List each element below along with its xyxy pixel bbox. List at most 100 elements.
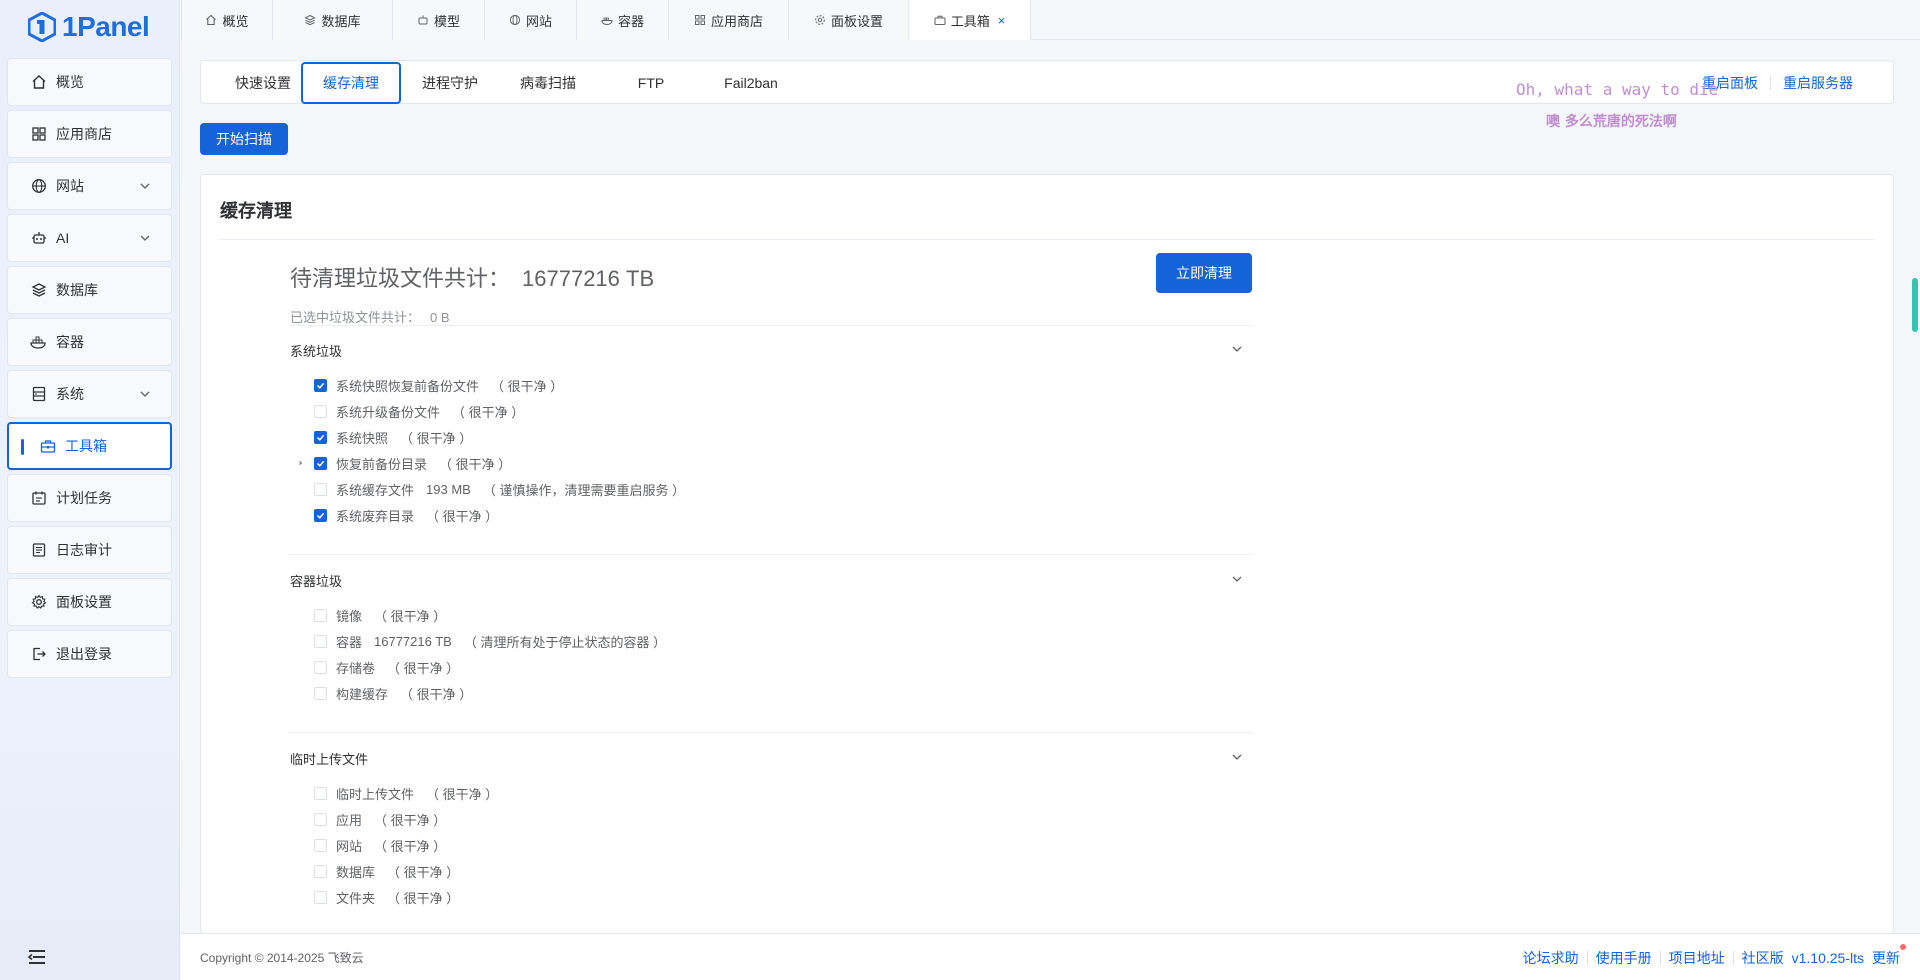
checkbox[interactable]: [314, 660, 327, 674]
divider: [290, 554, 1253, 555]
divider: [1770, 76, 1771, 90]
manual-link[interactable]: 使用手册: [1596, 948, 1652, 968]
tab-model[interactable]: 模型: [393, 0, 485, 40]
tab-overview[interactable]: 概览: [181, 0, 273, 40]
top-tab-bar: 概览 数据库 模型 网站 容器 应用商店 面板设置 工具箱 ×: [181, 0, 1920, 40]
chevron-down-icon[interactable]: [1231, 751, 1243, 763]
tab-label: 网站: [525, 13, 552, 29]
caret-right-icon[interactable]: [297, 459, 305, 467]
sidebar-item-toolbox[interactable]: 工具箱: [7, 422, 172, 470]
checkbox-checked[interactable]: [314, 378, 327, 392]
restart-server-link[interactable]: 重启服务器: [1783, 73, 1853, 93]
clean-item[interactable]: 容器 16777216 TB （ 清理所有处于停止状态的容器 ）: [314, 630, 666, 652]
sidebar-item-cron[interactable]: 计划任务: [7, 474, 172, 522]
sidebar-item-system[interactable]: 系统: [7, 370, 172, 418]
sidebar-item-panel-settings[interactable]: 面板设置: [7, 578, 172, 626]
sidebar-item-log-audit[interactable]: 日志审计: [7, 526, 172, 574]
clean-item[interactable]: 恢复前备份目录 （ 很干净 ）: [299, 452, 511, 474]
checkbox[interactable]: [314, 864, 327, 878]
update-link[interactable]: 更新: [1872, 944, 1906, 968]
checkbox[interactable]: [314, 890, 327, 904]
edition-link[interactable]: 社区版: [1742, 948, 1784, 968]
toolbox-icon: [934, 15, 946, 25]
clean-item[interactable]: 存储卷 （ 很干净 ）: [314, 656, 459, 678]
clean-item-label: 系统升级备份文件: [336, 404, 441, 420]
tab-website[interactable]: 网站: [485, 0, 577, 40]
chevron-down-icon[interactable]: [1231, 343, 1243, 355]
tab-app-store[interactable]: 应用商店: [669, 0, 789, 40]
clean-item[interactable]: 数据库 （ 很干净 ）: [314, 860, 459, 882]
clean-item-detail: （ 很干净 ）: [387, 660, 460, 676]
checkbox-checked[interactable]: [314, 430, 327, 444]
sidebar-item-container[interactable]: 容器: [7, 318, 172, 366]
subtab-process-guard[interactable]: 进程守护: [413, 63, 487, 103]
checkbox[interactable]: [314, 686, 327, 700]
sidebar-item-database[interactable]: 数据库: [7, 266, 172, 314]
clean-item[interactable]: 系统升级备份文件 （ 很干净 ）: [314, 400, 524, 422]
tab-label: 面板设置: [830, 13, 883, 29]
chevron-down-icon: [140, 183, 150, 189]
clean-item[interactable]: 系统快照恢复前备份文件 （ 很干净 ）: [314, 374, 563, 396]
clean-item[interactable]: 系统缓存文件 193 MB （ 谨慎操作，清理需要重启服务 ）: [314, 478, 685, 500]
checkbox[interactable]: [314, 404, 327, 418]
sidebar-item-label: 数据库: [56, 282, 98, 298]
container-icon: [601, 17, 613, 26]
update-label: 更新: [1872, 950, 1900, 966]
tab-panel-settings[interactable]: 面板设置: [789, 0, 909, 40]
project-link[interactable]: 项目地址: [1669, 948, 1725, 968]
scrollbar-thumb[interactable]: [1912, 278, 1918, 332]
clean-now-button[interactable]: 立即清理: [1156, 253, 1252, 293]
subtab-virus-scan[interactable]: 病毒扫描: [511, 63, 585, 103]
logo[interactable]: 1Panel: [0, 0, 179, 54]
vertical-scrollbar[interactable]: [1910, 40, 1920, 933]
clean-item[interactable]: 构建缓存 （ 很干净 ）: [314, 682, 472, 704]
clean-item-label: 镜像: [336, 608, 363, 624]
sidebar-item-label: 面板设置: [56, 594, 112, 610]
footer: Copyright © 2014-2025 飞致云 论坛求助 使用手册 项目地址…: [181, 933, 1920, 980]
subtab-cache-clean[interactable]: 缓存清理: [301, 62, 401, 104]
clean-item[interactable]: 系统快照 （ 很干净 ）: [314, 426, 472, 448]
subtab-label: Fail2ban: [724, 75, 778, 91]
cache-clean-card: 缓存清理 待清理垃圾文件共计： 16777216 TB 立即清理 已选中垃圾文件共…: [200, 174, 1894, 934]
tab-close-icon[interactable]: ×: [998, 13, 1006, 28]
forum-link[interactable]: 论坛求助: [1523, 948, 1579, 968]
checkbox[interactable]: [314, 786, 327, 800]
sidebar-item-logout[interactable]: 退出登录: [7, 630, 172, 678]
checkbox-checked[interactable]: [314, 456, 327, 470]
clean-item[interactable]: 镜像 （ 很干净 ）: [314, 604, 446, 626]
checkbox[interactable]: [314, 608, 327, 622]
clean-item[interactable]: 文件夹 （ 很干净 ）: [314, 886, 459, 908]
clean-item[interactable]: 临时上传文件 （ 很干净 ）: [314, 782, 498, 804]
checkbox[interactable]: [314, 482, 327, 496]
clean-item[interactable]: 系统废弃目录 （ 很干净 ）: [314, 504, 498, 526]
menu-collapse-icon[interactable]: [26, 946, 48, 968]
sidebar-item-app-store[interactable]: 应用商店: [7, 110, 172, 158]
subtab-label: 进程守护: [422, 75, 478, 91]
clean-item[interactable]: 网站 （ 很干净 ）: [314, 834, 446, 856]
clean-item[interactable]: 应用 （ 很干净 ）: [314, 808, 446, 830]
checkbox[interactable]: [314, 838, 327, 852]
clean-item-label: 系统缓存文件: [336, 482, 415, 498]
chevron-down-icon: [140, 235, 150, 241]
clean-item-label: 存储卷: [336, 660, 376, 676]
checkbox[interactable]: [314, 634, 327, 648]
tab-label: 模型: [433, 13, 460, 29]
clean-item-label: 应用: [336, 812, 363, 828]
globe-icon: [30, 177, 48, 195]
subtab-quick-settings[interactable]: 快速设置: [219, 63, 307, 103]
sidebar-item-ai[interactable]: AI: [7, 214, 172, 262]
start-scan-button[interactable]: 开始扫描: [200, 123, 288, 155]
checkbox[interactable]: [314, 812, 327, 826]
checkbox-checked[interactable]: [314, 508, 327, 522]
sidebar-item-website[interactable]: 网站: [7, 162, 172, 210]
subtab-fail2ban[interactable]: Fail2ban: [711, 63, 791, 103]
tab-container[interactable]: 容器: [577, 0, 669, 40]
robot-icon: [418, 15, 428, 25]
sidebar-item-overview[interactable]: 概览: [7, 58, 172, 106]
clean-item-size: 16777216 TB: [374, 633, 452, 649]
chevron-down-icon[interactable]: [1231, 573, 1243, 585]
tab-database[interactable]: 数据库: [273, 0, 393, 40]
clean-item-label: 网站: [336, 838, 363, 854]
tab-toolbox[interactable]: 工具箱 ×: [909, 0, 1031, 40]
subtab-ftp[interactable]: FTP: [621, 63, 681, 103]
